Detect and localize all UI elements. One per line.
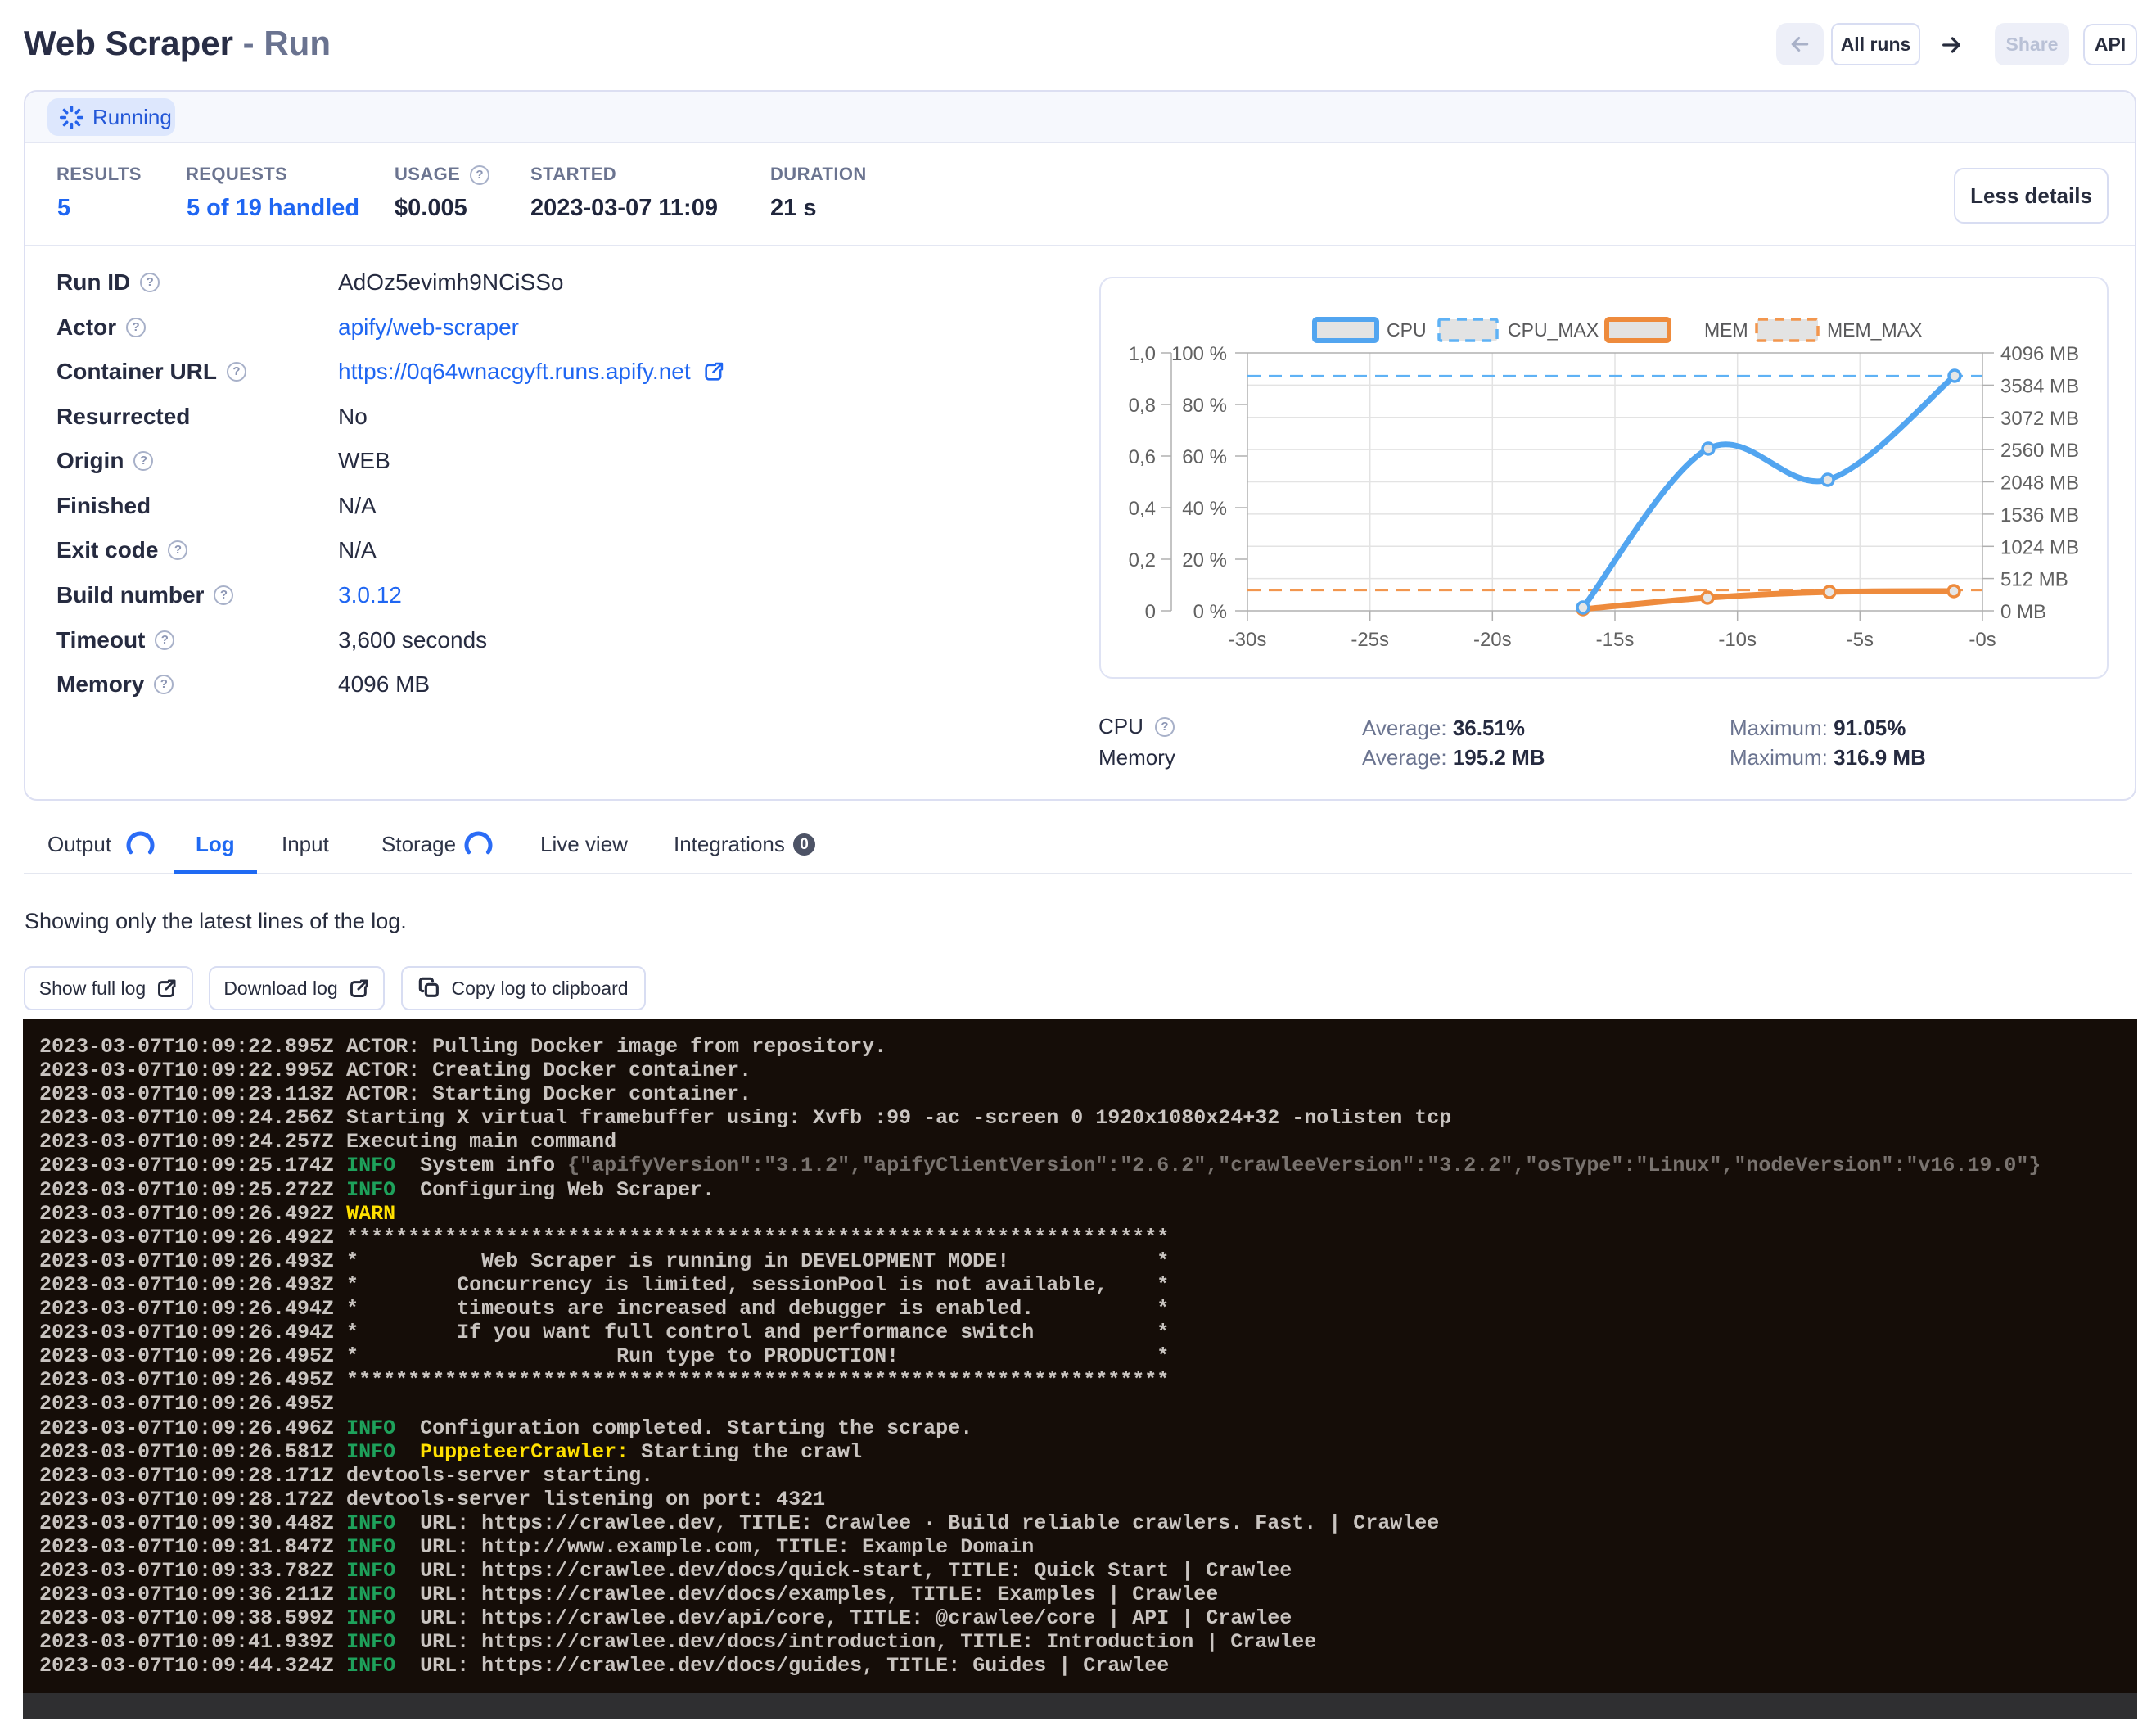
svg-text:2560 MB: 2560 MB bbox=[2000, 440, 2079, 462]
svg-text:0,2: 0,2 bbox=[1129, 549, 1156, 571]
svg-text:CPU_MAX: CPU_MAX bbox=[1508, 319, 1599, 341]
svg-text:0,8: 0,8 bbox=[1129, 395, 1156, 417]
svg-text:MEM_MAX: MEM_MAX bbox=[1827, 319, 1922, 341]
svg-text:CPU: CPU bbox=[1387, 319, 1427, 341]
svg-text:1,0: 1,0 bbox=[1129, 343, 1156, 365]
svg-text:-25s: -25s bbox=[1351, 629, 1389, 651]
svg-text:3584 MB: 3584 MB bbox=[2000, 375, 2079, 397]
svg-text:1536 MB: 1536 MB bbox=[2000, 504, 2079, 526]
svg-text:-20s: -20s bbox=[1473, 629, 1512, 651]
svg-text:40 %: 40 % bbox=[1182, 498, 1227, 520]
svg-text:0 MB: 0 MB bbox=[2000, 601, 2046, 623]
svg-text:-30s: -30s bbox=[1229, 629, 1267, 651]
svg-text:3072 MB: 3072 MB bbox=[2000, 408, 2079, 430]
svg-text:0,6: 0,6 bbox=[1129, 446, 1156, 468]
svg-text:0: 0 bbox=[1145, 601, 1156, 623]
svg-text:100 %: 100 % bbox=[1171, 343, 1227, 365]
svg-text:-10s: -10s bbox=[1718, 629, 1757, 651]
svg-text:-15s: -15s bbox=[1596, 629, 1635, 651]
svg-text:2048 MB: 2048 MB bbox=[2000, 472, 2079, 495]
svg-text:0 %: 0 % bbox=[1193, 601, 1227, 623]
svg-text:1024 MB: 1024 MB bbox=[2000, 536, 2079, 558]
svg-text:0,4: 0,4 bbox=[1129, 498, 1156, 520]
svg-text:512 MB: 512 MB bbox=[2000, 569, 2068, 591]
svg-text:-0s: -0s bbox=[1969, 629, 1996, 651]
svg-text:MEM: MEM bbox=[1704, 319, 1748, 341]
svg-text:20 %: 20 % bbox=[1182, 549, 1227, 571]
svg-text:80 %: 80 % bbox=[1182, 395, 1227, 417]
svg-text:4096 MB: 4096 MB bbox=[2000, 343, 2079, 365]
svg-text:-5s: -5s bbox=[1847, 629, 1874, 651]
svg-text:60 %: 60 % bbox=[1182, 446, 1227, 468]
